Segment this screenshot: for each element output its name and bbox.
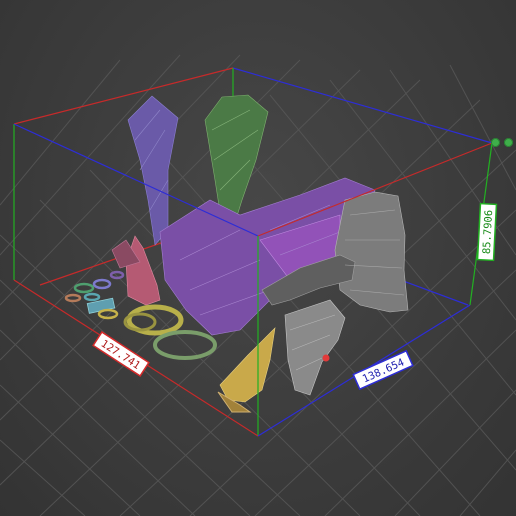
dimension-y-value: 85.7906 xyxy=(481,210,495,255)
view-toggle-icon[interactable] xyxy=(491,138,500,147)
model-yellow-wedge[interactable] xyxy=(217,327,276,413)
scene-canvas[interactable]: 138.654 85.7906 127.741 xyxy=(0,0,516,516)
model-grey-lower[interactable] xyxy=(284,299,346,396)
dimension-label-z: 127.741 xyxy=(92,331,150,377)
model-small-parts[interactable] xyxy=(64,270,125,320)
3d-viewport[interactable]: 138.654 85.7906 127.741 xyxy=(0,0,516,516)
bbox-edge-back-y xyxy=(232,67,493,144)
dimension-label-x: 138.654 xyxy=(352,349,414,391)
view-toggle-icon[interactable] xyxy=(504,138,513,147)
marker-point xyxy=(322,354,330,362)
model-purple-arm[interactable] xyxy=(127,95,179,246)
dimension-label-y: 85.7906 xyxy=(476,202,498,262)
